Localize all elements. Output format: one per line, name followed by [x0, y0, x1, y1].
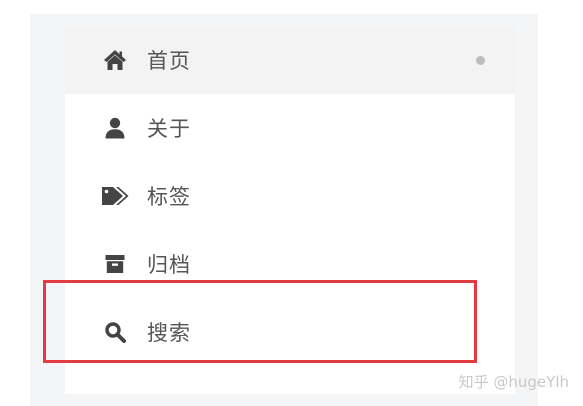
menu-item-search-label: 搜索 [147, 321, 191, 345]
menu-item-search[interactable]: 搜索 [65, 298, 515, 366]
user-icon [101, 114, 129, 142]
menu-item-tags[interactable]: 标签 [65, 162, 515, 230]
menu-item-about-label: 关于 [147, 117, 191, 141]
menu-item-about[interactable]: 关于 [65, 94, 515, 162]
menu-item-home[interactable]: 首页 [65, 26, 515, 94]
archive-icon [101, 250, 129, 278]
menu-item-home-label: 首页 [147, 49, 191, 73]
watermark-text: 知乎 @hugeYlh [458, 373, 569, 391]
active-indicator-dot [476, 55, 485, 65]
menu-item-archive[interactable]: 归档 [65, 230, 515, 298]
menu-item-archive-label: 归档 [147, 253, 191, 277]
site-nav-menu: 首页 关于 标签 归档 搜索 [65, 26, 515, 394]
menu-item-tags-label: 标签 [147, 185, 191, 209]
tags-icon [101, 182, 129, 210]
home-icon [101, 46, 129, 74]
search-icon [101, 318, 129, 346]
